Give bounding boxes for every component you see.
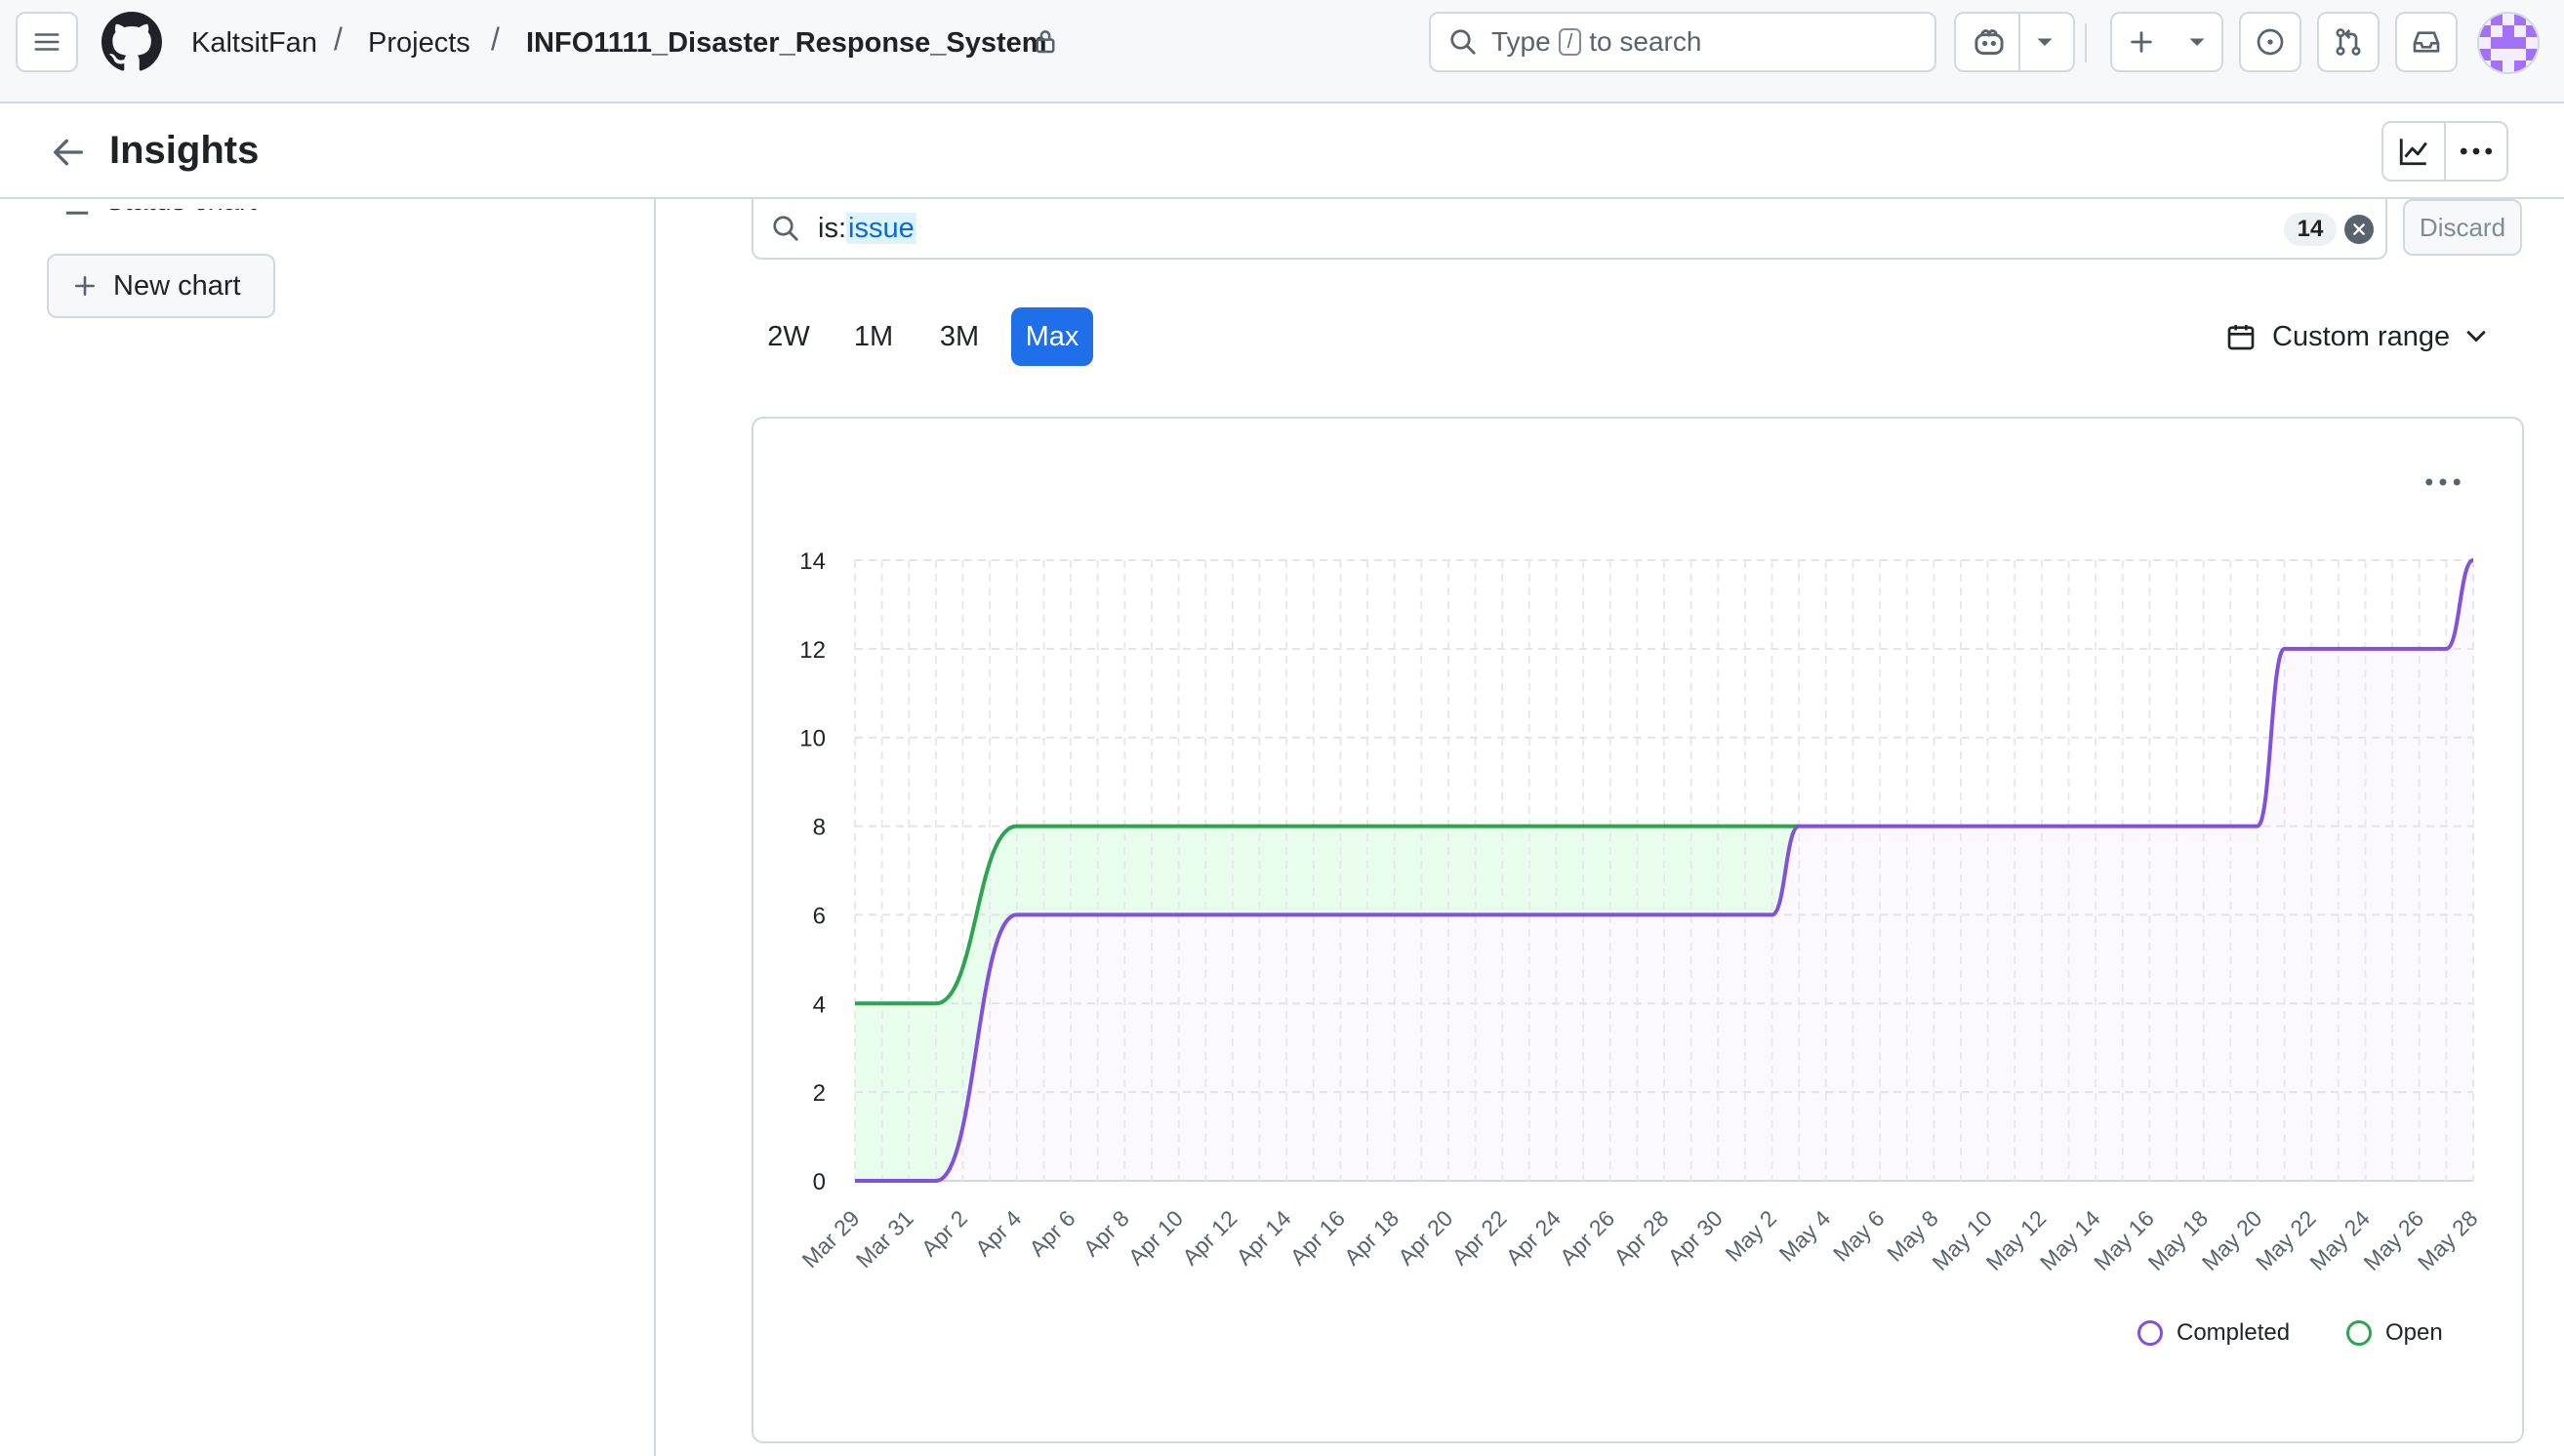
x-tick-label: May 28 [2413,1205,2483,1275]
legend-label-open: Open [2385,1319,2443,1346]
x-tick-label: May 2 [1720,1205,1781,1267]
x-tick-label: May 14 [2035,1205,2105,1275]
y-tick-label: 10 [799,726,826,752]
y-tick-label: 14 [799,548,826,575]
x-tick-label: Mar 31 [851,1205,918,1273]
x-tick-label: May 18 [2142,1205,2213,1275]
x-tick-label: Apr 2 [916,1205,972,1261]
y-tick-label: 8 [813,815,826,841]
x-tick-label: Mar 29 [797,1205,865,1273]
x-tick-label: Apr 18 [1339,1205,1404,1270]
x-tick-label: Apr 30 [1663,1205,1728,1270]
legend-label-completed: Completed [2177,1319,2291,1346]
x-tick-label: Apr 28 [1608,1205,1673,1270]
x-tick-label: Apr 24 [1501,1205,1566,1270]
x-tick-label: May 16 [2089,1205,2159,1275]
x-tick-label: Apr 20 [1393,1205,1457,1270]
x-tick-label: May 24 [2304,1205,2375,1275]
x-tick-label: Apr 12 [1177,1205,1241,1270]
x-tick-label: Apr 14 [1231,1205,1295,1270]
burnup-chart: 0 2 4 6 8 10 12 14 Mar 29Mar 31Apr 2Apr 4Apr 6 Ap… [797,548,2483,1275]
x-tick-label: Apr 22 [1446,1205,1511,1270]
x-tick-label: May 26 [2359,1205,2429,1275]
x-tick-label: Apr 6 [1024,1205,1079,1261]
x-tick-label: Apr 10 [1123,1205,1188,1270]
legend-item-completed[interactable]: Completed [2137,1319,2290,1347]
x-tick-label: May 22 [2251,1205,2321,1275]
x-tick-label: May 20 [2197,1205,2267,1275]
x-tick-label: May 10 [1927,1205,1997,1275]
y-tick-label: 12 [799,637,826,664]
x-tick-label: Apr 4 [970,1205,1026,1261]
x-tick-label: Apr 26 [1555,1205,1619,1270]
y-tick-label: 4 [813,991,826,1018]
y-tick-label: 0 [813,1169,826,1195]
x-tick-label: Apr 16 [1285,1205,1350,1270]
legend-marker-open [2346,1320,2372,1346]
x-tick-label: May 4 [1774,1205,1836,1267]
x-tick-label: May 12 [1981,1205,2052,1275]
x-tick-label: May 6 [1828,1205,1890,1267]
legend-marker-completed [2137,1320,2163,1346]
y-tick-label: 6 [813,903,826,929]
y-tick-label: 2 [813,1080,826,1107]
legend-item-open[interactable]: Open [2346,1319,2443,1347]
